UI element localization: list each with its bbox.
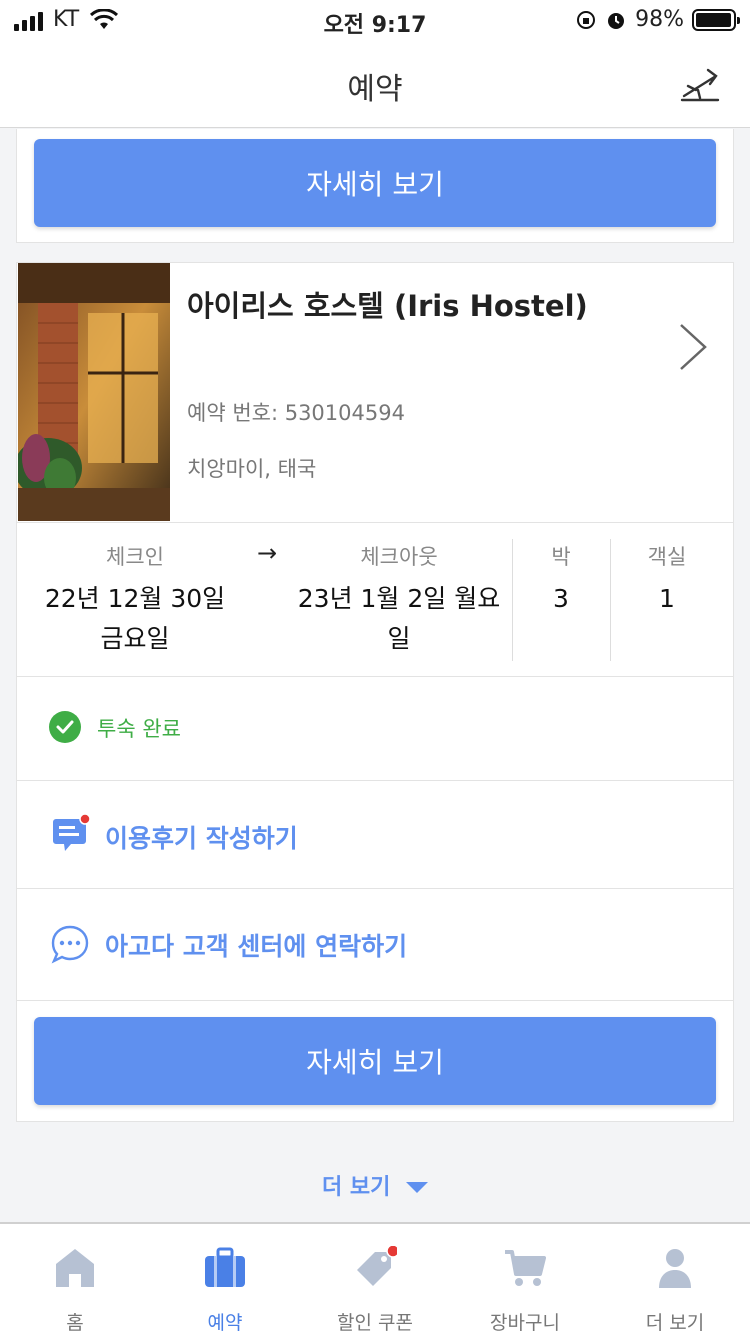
nights-value: 3 <box>553 584 569 613</box>
page-title: 예약 <box>347 72 403 107</box>
hotel-location: 치앙마이, 태국 <box>187 457 317 481</box>
person-icon <box>659 1249 691 1288</box>
chevron-right-icon <box>680 324 707 370</box>
arrow-right-icon: → <box>257 539 278 567</box>
alarm-icon <box>608 12 625 29</box>
tab-coupons[interactable]: 할인 쿠폰 <box>300 1224 450 1334</box>
status-right: 98% <box>575 7 740 32</box>
hotel-summary[interactable]: 아이리스 호스텔 (Iris Hostel) 예약 번호: 530104594 … <box>17 263 733 523</box>
stay-dates: 체크인 22년 12월 30일 금요일 → 체크아웃 23년 1월 2일 월요일… <box>17 523 733 677</box>
stay-status-row: 투숙 완료 <box>17 677 733 781</box>
stay-status: 투숙 완료 <box>97 717 181 741</box>
tab-more[interactable]: 더 보기 <box>600 1224 750 1334</box>
airplane-icon[interactable] <box>678 62 722 106</box>
battery-icon <box>692 8 740 31</box>
tab-home[interactable]: 홈 <box>0 1224 150 1334</box>
checkout-value: 23년 1월 2일 월요일 <box>297 584 501 653</box>
booking-number: 예약 번호: 530104594 <box>187 401 405 425</box>
tab-label: 홈 <box>66 1312 84 1334</box>
nights-label: 박 <box>551 545 571 569</box>
previous-booking-card: 자세히 보기 <box>16 129 734 243</box>
write-review-link[interactable]: 이용후기 작성하기 <box>105 819 298 855</box>
tab-label: 예약 <box>207 1312 243 1334</box>
bookings-list: 자세히 보기 아이리스 호스텔 (Iris Hostel) 예약 번호: 530… <box>0 129 750 1222</box>
caret-down-icon <box>406 1182 429 1193</box>
rooms-label: 객실 <box>647 545 687 569</box>
tab-label: 할인 쿠폰 <box>337 1312 413 1334</box>
load-more-bar[interactable]: 더 보기 <box>0 1139 750 1222</box>
tab-bookings[interactable]: 예약 <box>150 1224 300 1334</box>
checkout-label: 체크아웃 <box>360 545 438 569</box>
load-more-label: 더 보기 <box>321 1175 391 1200</box>
contact-support-link[interactable]: 아고다 고객 센터에 연락하기 <box>105 927 407 963</box>
details-button[interactable]: 자세히 보기 <box>34 139 716 227</box>
checkin-column: 체크인 22년 12월 30일 금요일 <box>37 541 233 659</box>
nights-column: 박 3 <box>513 541 609 619</box>
load-more-button[interactable]: 더 보기 <box>0 1169 750 1201</box>
contact-support-row[interactable]: 아고다 고객 센터에 연락하기 <box>17 889 733 1001</box>
checkin-value: 22년 12월 30일 금요일 <box>44 584 226 653</box>
cart-icon <box>505 1250 546 1286</box>
home-icon <box>56 1249 94 1287</box>
booking-card: 아이리스 호스텔 (Iris Hostel) 예약 번호: 530104594 … <box>16 262 734 1122</box>
tag-icon <box>357 1246 397 1286</box>
checkout-column: 체크아웃 23년 1월 2일 월요일 <box>289 541 509 659</box>
tab-bar: 홈 예약 할인 쿠폰 장바구니 더 보기 <box>0 1222 750 1334</box>
status-bar: KT 오전 9:17 98% <box>0 0 750 40</box>
briefcase-icon <box>205 1247 245 1287</box>
hotel-photo <box>18 263 170 521</box>
tab-cart[interactable]: 장바구니 <box>450 1224 600 1334</box>
rooms-value: 1 <box>659 584 675 613</box>
orientation-lock-icon <box>577 10 596 29</box>
checkin-label: 체크인 <box>106 545 164 569</box>
chat-bubble-icon <box>51 925 89 964</box>
review-icon <box>53 813 91 851</box>
navigation-bar: 예약 <box>0 40 750 128</box>
details-button[interactable]: 자세히 보기 <box>34 1017 716 1105</box>
check-circle-icon <box>49 711 81 743</box>
tab-label: 더 보기 <box>645 1312 705 1334</box>
write-review-row[interactable]: 이용후기 작성하기 <box>17 781 733 889</box>
tab-label: 장바구니 <box>490 1312 560 1334</box>
battery-percent: 98% <box>635 7 684 32</box>
hotel-name: 아이리스 호스텔 (Iris Hostel) <box>187 289 588 323</box>
rooms-column: 객실 1 <box>611 541 723 619</box>
